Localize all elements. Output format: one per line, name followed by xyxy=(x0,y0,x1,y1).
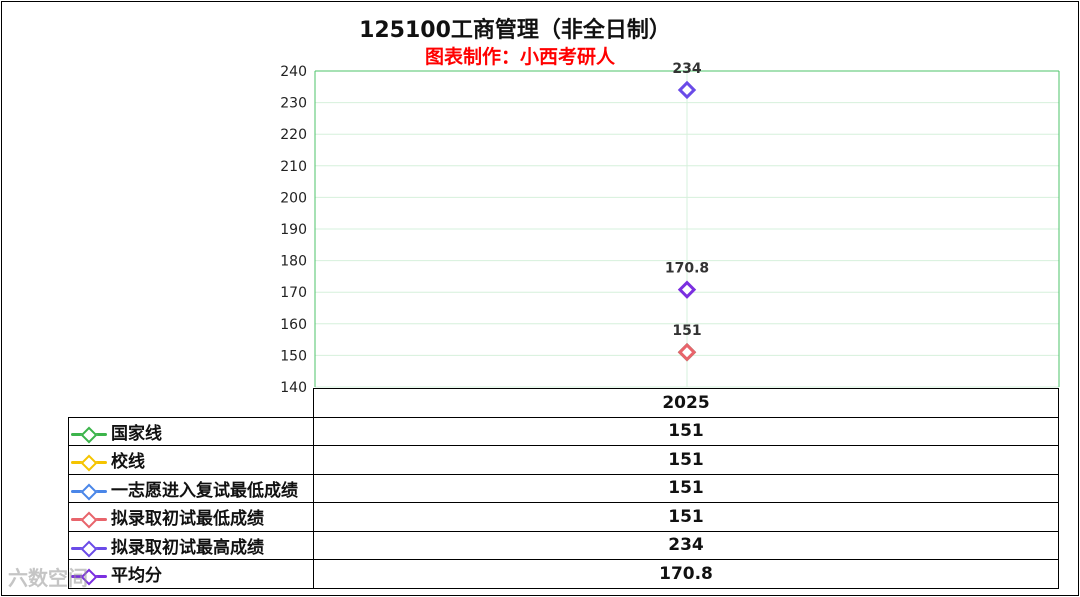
watermark: 六数空间 xyxy=(8,566,88,590)
series-name: 一志愿进入复试最低成绩 xyxy=(111,480,298,501)
series-name-cell: 拟录取初试最高成绩 xyxy=(68,530,314,560)
series-name-cell: 校线 xyxy=(68,445,314,475)
series-value: 234 xyxy=(313,530,1059,560)
y-tick-label: 160 xyxy=(280,317,307,333)
series-value: 151 xyxy=(313,416,1059,446)
legend-marker-icon xyxy=(71,511,111,529)
series-name: 平均分 xyxy=(111,566,162,587)
series-value: 151 xyxy=(313,473,1059,503)
y-tick-label: 210 xyxy=(280,159,307,175)
legend-marker-icon xyxy=(71,454,111,472)
legend-marker-icon xyxy=(71,483,111,501)
series-value: 151 xyxy=(313,502,1059,532)
series-name: 国家线 xyxy=(111,423,162,444)
table-header-row: 2025 xyxy=(68,388,1059,418)
y-tick-label: 240 xyxy=(280,64,307,80)
y-tick-label: 150 xyxy=(280,348,307,364)
y-axis-ticks: 240230220210200190180170160150140 xyxy=(280,64,307,396)
series-name-cell: 一志愿进入复试最低成绩 xyxy=(68,473,314,503)
series-name-cell: 国家线 xyxy=(68,416,314,446)
y-tick-label: 230 xyxy=(280,96,307,112)
category-label: 2025 xyxy=(313,388,1059,418)
series-name-cell: 拟录取初试最低成绩 xyxy=(68,502,314,532)
table-row: 拟录取初试最低成绩 151 xyxy=(68,502,1059,532)
series-value: 151 xyxy=(313,445,1059,475)
grid-lines xyxy=(314,70,1060,388)
table-row: 一志愿进入复试最低成绩 151 xyxy=(68,473,1059,503)
data-point-3 xyxy=(677,343,697,362)
y-tick-label: 200 xyxy=(280,190,307,206)
data-point-4 xyxy=(677,80,697,100)
y-tick-label: 220 xyxy=(280,127,307,143)
table-row: 平均分 170.8 xyxy=(68,559,1059,589)
legend-marker-icon xyxy=(71,426,111,444)
data-point-5 xyxy=(677,280,697,299)
table-corner xyxy=(68,388,314,417)
series-name-cell: 平均分 xyxy=(68,559,314,589)
series-name: 拟录取初试最低成绩 xyxy=(111,509,264,530)
data-label: 170.8 xyxy=(665,261,709,277)
data-label: 151 xyxy=(672,323,701,339)
legend-marker-icon xyxy=(71,540,111,558)
data-table: 2025 国家线 151 校线 151 一志愿进入复试最低成绩 151 拟录取初试最低成绩 1… xyxy=(68,388,1059,589)
series-name: 校线 xyxy=(111,452,145,473)
y-tick-label: 180 xyxy=(280,254,307,270)
y-tick-label: 190 xyxy=(280,222,307,238)
series-name: 拟录取初试最高成绩 xyxy=(111,537,264,558)
table-row: 校线 151 xyxy=(68,445,1059,475)
data-label: 234 xyxy=(672,61,701,77)
series-value: 170.8 xyxy=(313,559,1059,589)
table-row: 国家线 151 xyxy=(68,416,1059,446)
table-row: 拟录取初试最高成绩 234 xyxy=(68,530,1059,560)
y-tick-label: 170 xyxy=(280,285,307,301)
